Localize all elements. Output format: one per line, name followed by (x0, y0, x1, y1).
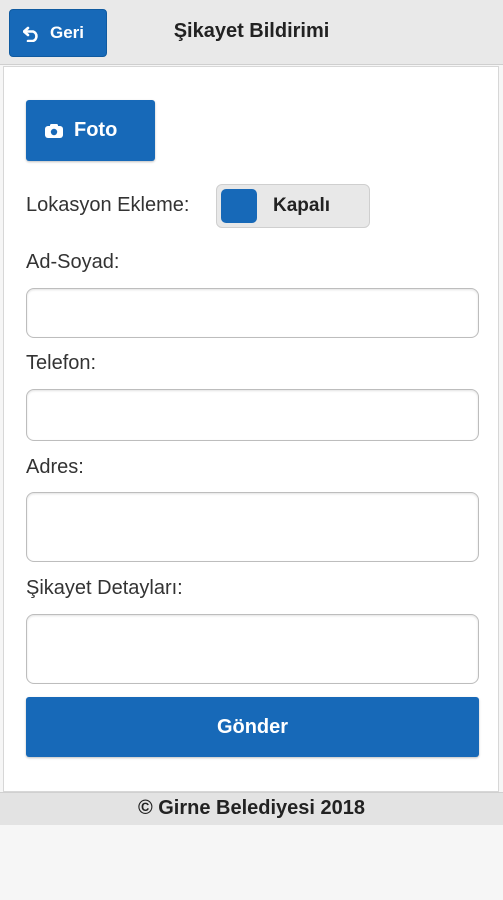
photo-button[interactable]: Foto (26, 100, 155, 161)
header-bar: Geri Şikayet Bildirimi (0, 0, 503, 65)
complaint-details-label: Şikayet Detayları: (26, 577, 183, 599)
location-label: Lokasyon Ekleme: (26, 194, 190, 216)
phone-field[interactable] (26, 389, 479, 441)
name-field[interactable] (26, 288, 479, 338)
complaint-form: Foto Lokasyon Ekleme: Kapalı Ad-Soyad: T… (3, 66, 499, 792)
page-title: Şikayet Bildirimi (173, 20, 330, 42)
submit-button[interactable]: Gönder (26, 697, 479, 757)
phone-label: Telefon: (26, 352, 97, 374)
location-toggle[interactable]: Kapalı (216, 184, 370, 228)
location-toggle-state: Kapalı (273, 195, 331, 216)
address-field[interactable] (26, 492, 479, 562)
toggle-knob (221, 189, 257, 223)
footer-copyright: © Girne Belediyesi 2018 (0, 792, 503, 826)
bottom-empty-area (0, 825, 503, 900)
address-label: Adres: (26, 456, 84, 478)
photo-button-label: Foto (74, 119, 118, 141)
complaint-details-field[interactable] (26, 614, 479, 684)
camera-icon (45, 123, 63, 138)
name-label: Ad-Soyad: (26, 251, 120, 273)
